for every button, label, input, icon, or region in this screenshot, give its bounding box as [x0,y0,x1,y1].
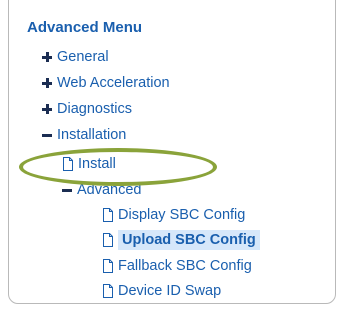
tree-item-label[interactable]: Advanced [77,180,142,200]
tree-item-label[interactable]: Display SBC Config [118,205,245,225]
minus-icon[interactable] [62,185,72,195]
tree-item-label[interactable]: Installation [57,125,126,145]
tree-item-installation[interactable]: Installation [42,124,126,146]
tree-item-device-id-swap[interactable]: Device ID Swap [102,280,221,302]
menu-title: Advanced Menu [27,19,143,36]
advanced-menu-panel: Advanced Menu General Web Acceleration D… [0,0,339,316]
tree-item-fallback-sbc-config[interactable]: Fallback SBC Config [102,255,252,277]
document-icon [63,157,73,171]
tree-item-upload-sbc-config[interactable]: Upload SBC Config [102,229,260,251]
tree-item-label[interactable]: General [57,47,109,67]
document-icon [103,259,113,273]
document-icon [103,233,113,247]
tree-item-label[interactable]: Upload SBC Config [118,230,260,250]
plus-icon[interactable] [42,78,52,88]
document-icon [103,284,113,298]
tree-item-install[interactable]: Install [62,153,116,175]
tree-item-diagnostics[interactable]: Diagnostics [42,98,132,120]
plus-icon[interactable] [42,52,52,62]
tree-item-label[interactable]: Diagnostics [57,99,132,119]
tree-item-label[interactable]: Web Acceleration [57,73,170,93]
tree-item-label[interactable]: Fallback SBC Config [118,256,252,276]
tree-item-general[interactable]: General [42,46,109,68]
tree-item-label[interactable]: Install [78,154,116,174]
minus-icon[interactable] [42,130,52,140]
tree-item-display-sbc-config[interactable]: Display SBC Config [102,204,245,226]
plus-icon[interactable] [42,104,52,114]
tree-item-web-acceleration[interactable]: Web Acceleration [42,72,170,94]
tree-item-label[interactable]: Device ID Swap [118,281,221,301]
tree-item-advanced[interactable]: Advanced [62,179,142,201]
document-icon [103,208,113,222]
